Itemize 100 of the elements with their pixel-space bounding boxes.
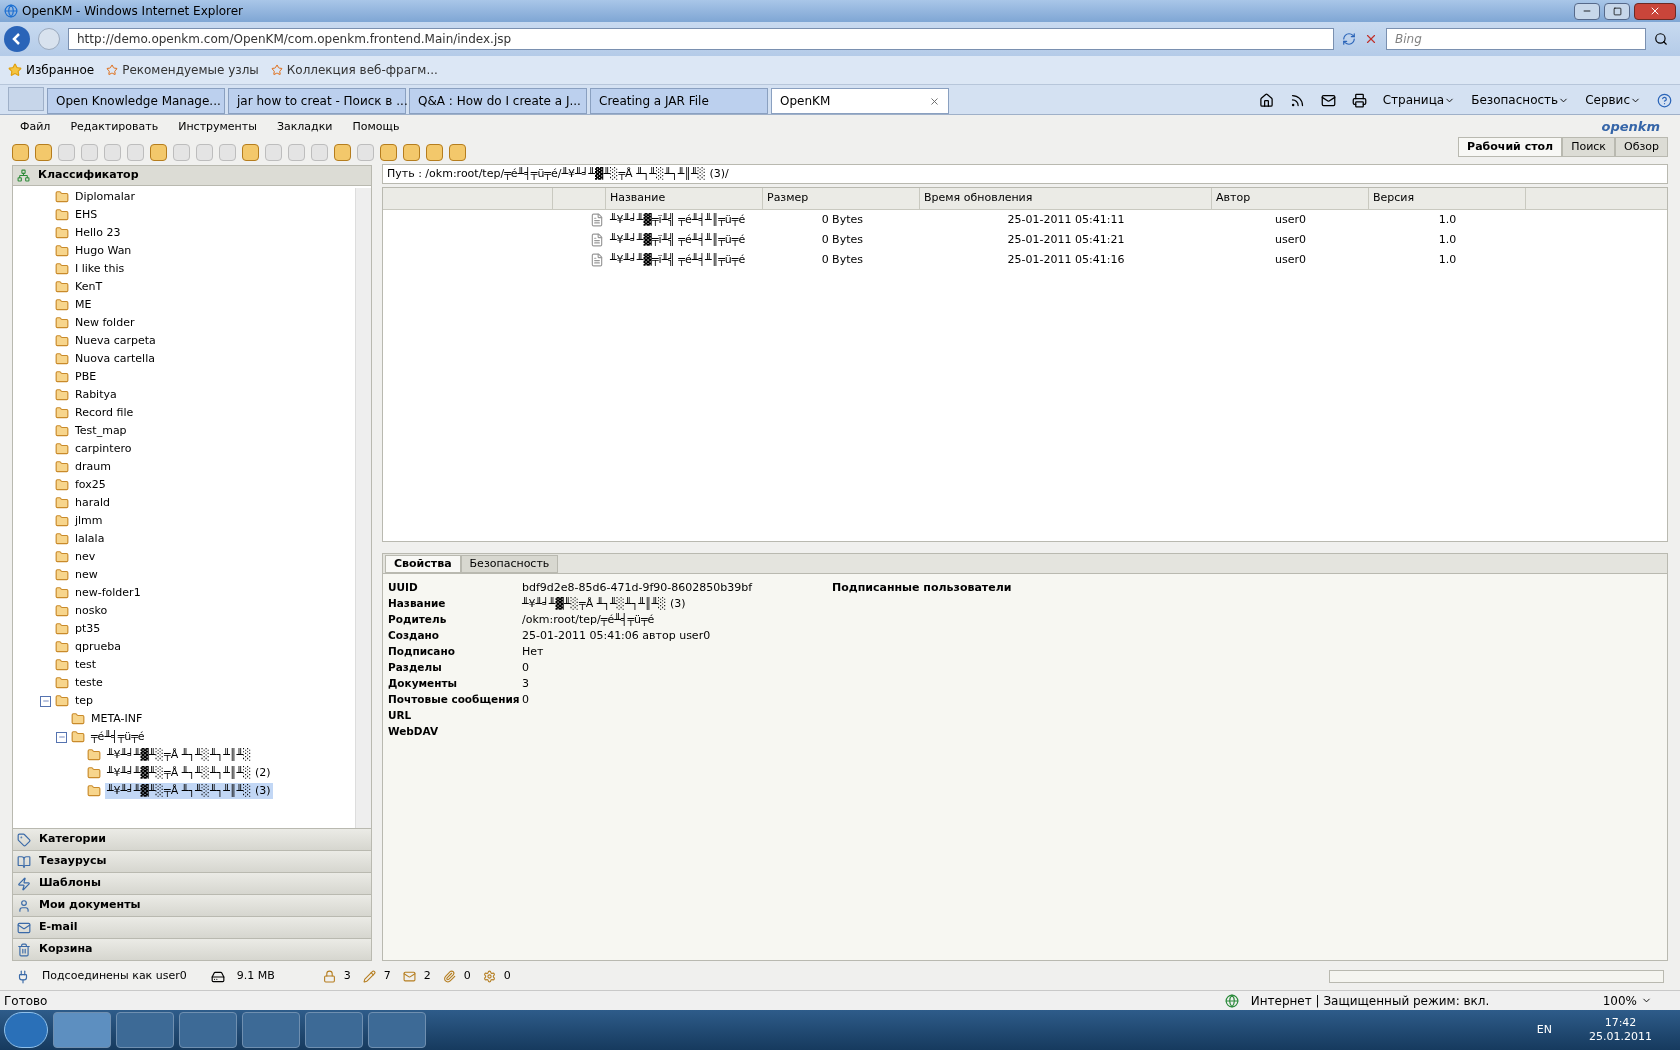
- tree-item[interactable]: lalala: [73, 530, 107, 548]
- tree-item[interactable]: I like this: [73, 260, 127, 278]
- stack-section[interactable]: Мои документы: [13, 894, 371, 916]
- browser-tab[interactable]: OpenKM: [771, 88, 949, 114]
- tree-item[interactable]: jlmm: [73, 512, 105, 530]
- menu-item[interactable]: Редактировать: [70, 118, 159, 136]
- column-header[interactable]: Название: [606, 188, 763, 209]
- tree-item[interactable]: nosko: [73, 602, 110, 620]
- tree-item[interactable]: Test_map: [73, 422, 129, 440]
- toolbar-icon[interactable]: [173, 143, 190, 161]
- stack-section[interactable]: Тезаурусы: [13, 850, 371, 872]
- command-menu[interactable]: Страница: [1382, 91, 1456, 109]
- tree-item[interactable]: carpintero: [73, 440, 134, 458]
- toolbar-icon[interactable]: [403, 143, 420, 161]
- tree-item[interactable]: PBE: [73, 368, 99, 386]
- tree-item[interactable]: Hello 23: [73, 224, 123, 242]
- tree-item[interactable]: Diplomalar: [73, 188, 138, 206]
- toolbar-icon[interactable]: [150, 143, 167, 161]
- toolbar-icon[interactable]: [426, 143, 443, 161]
- column-header[interactable]: Время обновления: [920, 188, 1212, 209]
- language-indicator[interactable]: EN: [1536, 1021, 1552, 1039]
- stack-section[interactable]: Шаблоны: [13, 872, 371, 894]
- toolbar-icon[interactable]: [288, 143, 305, 161]
- toolbar-icon[interactable]: [311, 143, 328, 161]
- help-icon[interactable]: [1657, 92, 1672, 108]
- address-field[interactable]: http://demo.openkm.com/OpenKM/com.openkm.frontend.Main/index.jsp: [68, 28, 1334, 50]
- stack-section[interactable]: E-mail: [13, 916, 371, 938]
- toolbar-icon[interactable]: [58, 143, 75, 161]
- collapse-icon[interactable]: [40, 695, 51, 707]
- tree-item[interactable]: new-folder1: [73, 584, 143, 602]
- browser-tab[interactable]: Open Knowledge Manage...: [47, 88, 225, 114]
- command-menu[interactable]: Сервис: [1585, 91, 1641, 109]
- command-menu[interactable]: Безопасность: [1471, 91, 1570, 109]
- tree-item[interactable]: ╨¥╨╛╨▓╨░╤Å ╨┐╨░╨┐╨║╨░ (3): [105, 782, 273, 800]
- tree-item[interactable]: New folder: [73, 314, 137, 332]
- view-tab[interactable]: Рабочий стол: [1458, 137, 1563, 157]
- toolbar-icon[interactable]: [357, 143, 374, 161]
- minimize-button[interactable]: [1574, 2, 1600, 20]
- toolbar-icon[interactable]: [265, 143, 282, 161]
- tree-item[interactable]: EHS: [73, 206, 100, 224]
- panel-header[interactable]: Классификатор: [13, 166, 371, 186]
- print-icon[interactable]: [1351, 92, 1367, 108]
- browser-tab[interactable]: Q&A : How do I create a J...: [409, 88, 587, 114]
- close-button[interactable]: [1634, 2, 1676, 20]
- feed-icon[interactable]: [1289, 92, 1305, 108]
- tree-item[interactable]: tep: [73, 692, 96, 710]
- toolbar-icon[interactable]: [242, 143, 259, 161]
- tree-item[interactable]: KenT: [73, 278, 105, 296]
- column-header[interactable]: Версия: [1369, 188, 1526, 209]
- stop-icon[interactable]: [1364, 32, 1378, 46]
- toolbar-icon[interactable]: [35, 143, 52, 161]
- maximize-button[interactable]: [1604, 2, 1630, 20]
- tree-item[interactable]: draum: [73, 458, 113, 476]
- tree-item[interactable]: ╤é╨╡╤ü╤é: [89, 728, 147, 746]
- browser-tab[interactable]: Creating a JAR File: [590, 88, 768, 114]
- menu-item[interactable]: Помощь: [352, 118, 400, 136]
- tree-item[interactable]: ╨¥╨╛╨▓╨░╤Å ╨┐╨░╨┐╨║╨░: [105, 746, 254, 764]
- toolbar-icon[interactable]: [81, 143, 98, 161]
- back-button[interactable]: [4, 26, 30, 52]
- stack-section[interactable]: Корзина: [13, 938, 371, 960]
- collapse-icon[interactable]: [56, 731, 67, 743]
- menu-item[interactable]: Инструменты: [178, 118, 257, 136]
- favorites-link[interactable]: Коллекция веб-фрагм...: [270, 61, 438, 79]
- tree-item[interactable]: ╨¥╨╛╨▓╨░╤Å ╨┐╨░╨┐╨║╨░ (2): [105, 764, 273, 782]
- tree-item[interactable]: pt35: [73, 620, 103, 638]
- toolbar-icon[interactable]: [449, 143, 466, 161]
- tree-item[interactable]: test: [73, 656, 99, 674]
- taskbar-icon[interactable]: [368, 1012, 426, 1048]
- search-field[interactable]: Bing: [1386, 28, 1646, 50]
- menu-item[interactable]: Закладки: [276, 118, 333, 136]
- view-tab[interactable]: Обзор: [1615, 137, 1668, 157]
- toolbar-icon[interactable]: [219, 143, 236, 161]
- refresh-icon[interactable]: [1342, 32, 1356, 46]
- toolbar-icon[interactable]: [334, 143, 351, 161]
- search-icon[interactable]: [1654, 32, 1668, 46]
- toolbar-icon[interactable]: [380, 143, 397, 161]
- tree-item[interactable]: qprueba: [73, 638, 123, 656]
- tree-item[interactable]: harald: [73, 494, 112, 512]
- column-header[interactable]: Автор: [1212, 188, 1369, 209]
- taskbar-icon[interactable]: [116, 1012, 174, 1048]
- forward-button[interactable]: [38, 28, 60, 50]
- toolbar-icon[interactable]: [127, 143, 144, 161]
- scrollbar[interactable]: [355, 188, 371, 828]
- browser-tab[interactable]: jar how to creat - Поиск в ...: [228, 88, 406, 114]
- stack-section[interactable]: Категории: [13, 828, 371, 850]
- tree-item[interactable]: new: [73, 566, 100, 584]
- home-icon[interactable]: [1258, 92, 1274, 108]
- detail-tab[interactable]: Свойства: [385, 555, 461, 573]
- tree-item[interactable]: Nuova cartella: [73, 350, 157, 368]
- tree-item[interactable]: nev: [73, 548, 98, 566]
- toolbar-icon[interactable]: [12, 143, 29, 161]
- view-tab[interactable]: Поиск: [1562, 137, 1615, 157]
- toolbar-icon[interactable]: [196, 143, 213, 161]
- tree-item[interactable]: Hugo Wan: [73, 242, 134, 260]
- close-tab-icon[interactable]: [929, 95, 940, 107]
- tree-item[interactable]: META-INF: [89, 710, 145, 728]
- menu-item[interactable]: Файл: [20, 118, 51, 136]
- column-header[interactable]: Размер: [763, 188, 920, 209]
- favorites-button[interactable]: Избранное: [8, 61, 95, 79]
- tree-item[interactable]: Record file: [73, 404, 136, 422]
